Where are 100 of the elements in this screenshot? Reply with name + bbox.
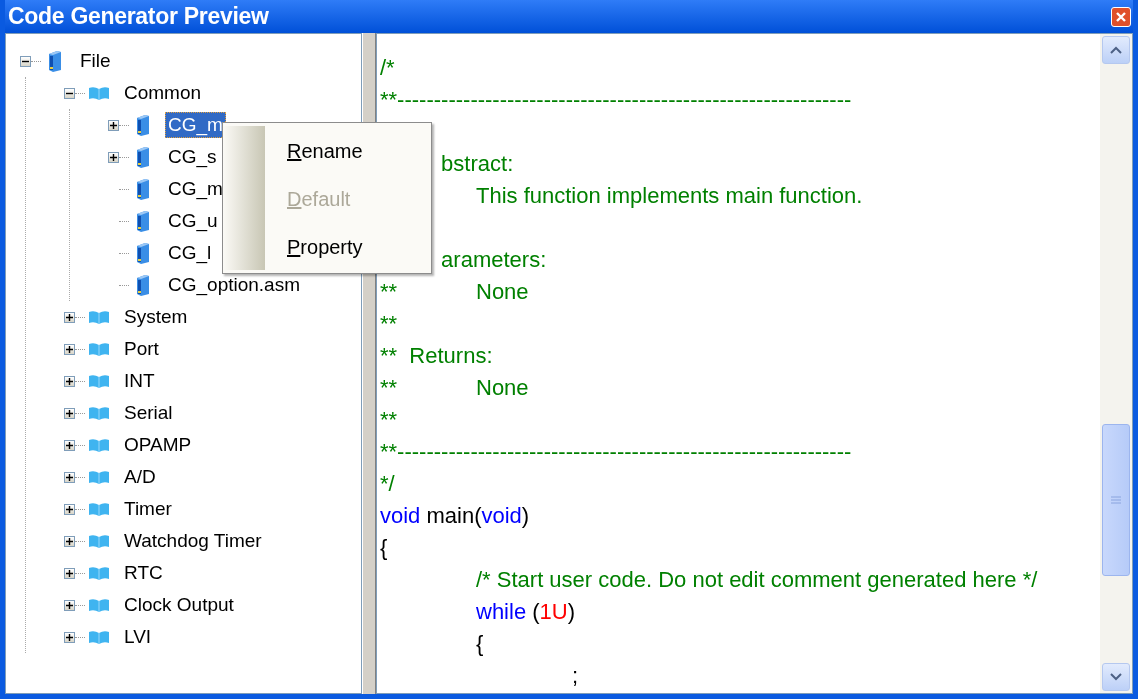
code-text: void <box>380 503 421 528</box>
vertical-scrollbar[interactable] <box>1100 34 1132 693</box>
file-icon <box>135 178 151 200</box>
book-icon <box>88 501 110 517</box>
tree-item[interactable]: LVI <box>121 624 155 650</box>
file-icon <box>135 274 151 296</box>
plus-icon <box>66 441 73 449</box>
code-text: This function implements main function. <box>475 183 863 208</box>
file-icon <box>135 146 151 168</box>
code-text: { <box>475 631 484 656</box>
expand-button[interactable] <box>64 503 75 515</box>
scroll-down-button[interactable] <box>1102 663 1130 691</box>
tree-item[interactable]: CG_l <box>165 240 215 266</box>
tree-item[interactable]: Serial <box>121 400 176 426</box>
plus-icon <box>110 153 117 161</box>
menu-item[interactable]: Property <box>265 222 431 270</box>
code-text: ** None <box>380 375 529 400</box>
file-icon <box>135 242 151 264</box>
file-icon <box>135 114 151 136</box>
code-text: bstract: <box>440 151 514 176</box>
file-icon <box>47 50 63 72</box>
code-text: /* <box>380 55 395 80</box>
scroll-up-button[interactable] <box>1102 36 1130 64</box>
plus-icon <box>66 313 73 321</box>
book-icon <box>88 373 110 389</box>
code-text: void <box>481 503 522 528</box>
tree-item[interactable]: CG_s <box>165 144 220 170</box>
tree-item[interactable]: CG_option.asm <box>165 272 303 298</box>
tree-item[interactable]: CG_m <box>165 112 226 138</box>
plus-icon <box>66 601 73 609</box>
code-text: */ <box>380 471 395 496</box>
plus-icon <box>66 537 73 545</box>
tree-item[interactable]: CG_u <box>165 208 221 234</box>
code-text: ) <box>521 503 530 528</box>
expand-button[interactable] <box>64 471 75 483</box>
plus-icon <box>66 473 73 481</box>
expand-button[interactable] <box>64 631 75 643</box>
code-text: **-------------------------------------------------------------- <box>380 439 852 464</box>
close-button[interactable] <box>1111 6 1131 27</box>
expand-button[interactable] <box>64 375 75 387</box>
menu-item[interactable]: Rename <box>265 126 431 174</box>
plus-icon <box>66 505 73 513</box>
expand-button[interactable] <box>64 599 75 611</box>
expand-button[interactable] <box>64 407 75 419</box>
book-icon <box>88 405 110 421</box>
code-text: 1U <box>539 599 568 624</box>
scroll-thumb[interactable] <box>1102 424 1130 576</box>
close-icon <box>1115 10 1127 23</box>
expand-button[interactable] <box>64 567 75 579</box>
expand-button[interactable] <box>108 151 119 163</box>
caret-down-icon <box>1110 673 1122 681</box>
book-icon <box>88 533 110 549</box>
tree-item[interactable]: Watchdog Timer <box>121 528 265 554</box>
code-text: main( <box>425 503 482 528</box>
tree-item[interactable]: File <box>77 48 114 74</box>
tree-item[interactable]: RTC <box>121 560 166 586</box>
tree-item[interactable]: System <box>121 304 191 330</box>
code-text: arameters: <box>440 247 547 272</box>
code-text: /* Start user code. Do not edit comment generated here */ <box>475 567 1038 592</box>
book-icon <box>88 85 110 101</box>
book-icon <box>88 341 110 357</box>
tree-item[interactable]: Common <box>121 80 205 106</box>
tree-item[interactable]: A/D <box>121 464 159 490</box>
code-text: ** None <box>380 279 529 304</box>
expand-button[interactable] <box>64 343 75 355</box>
tree-item[interactable]: CG_m <box>165 176 226 202</box>
collapse-button[interactable] <box>64 87 75 99</box>
code-text: { <box>380 535 388 560</box>
plus-icon <box>110 121 117 129</box>
plus-icon <box>66 345 73 353</box>
code-text: ** Returns: <box>380 343 493 368</box>
code-text: ( <box>531 599 540 624</box>
plus-icon <box>66 377 73 385</box>
tree-item[interactable]: INT <box>121 368 158 394</box>
file-icon <box>135 210 151 232</box>
caret-up-icon <box>1110 46 1122 54</box>
tree-item[interactable]: OPAMP <box>121 432 195 458</box>
tree-item[interactable]: Port <box>121 336 162 362</box>
plus-icon <box>66 409 73 417</box>
code-text: ** <box>380 311 398 336</box>
book-icon <box>88 565 110 581</box>
code-text: ** <box>380 407 398 432</box>
collapse-button[interactable] <box>20 55 31 67</box>
code-text: while <box>475 599 527 624</box>
code-text: ; <box>571 663 579 688</box>
book-icon <box>88 309 110 325</box>
window-title: Code Generator Preview <box>8 3 269 30</box>
expand-button[interactable] <box>64 439 75 451</box>
grip-icon <box>1111 496 1121 504</box>
tree-item[interactable]: Clock Output <box>121 592 237 618</box>
code-text: **-------------------------------------------------------------- <box>380 87 852 112</box>
book-icon <box>88 469 110 485</box>
book-icon <box>88 629 110 645</box>
plus-icon <box>66 569 73 577</box>
expand-button[interactable] <box>64 311 75 323</box>
book-icon <box>88 437 110 453</box>
plus-icon <box>66 633 73 641</box>
expand-button[interactable] <box>108 119 119 131</box>
expand-button[interactable] <box>64 535 75 547</box>
tree-item[interactable]: Timer <box>121 496 175 522</box>
